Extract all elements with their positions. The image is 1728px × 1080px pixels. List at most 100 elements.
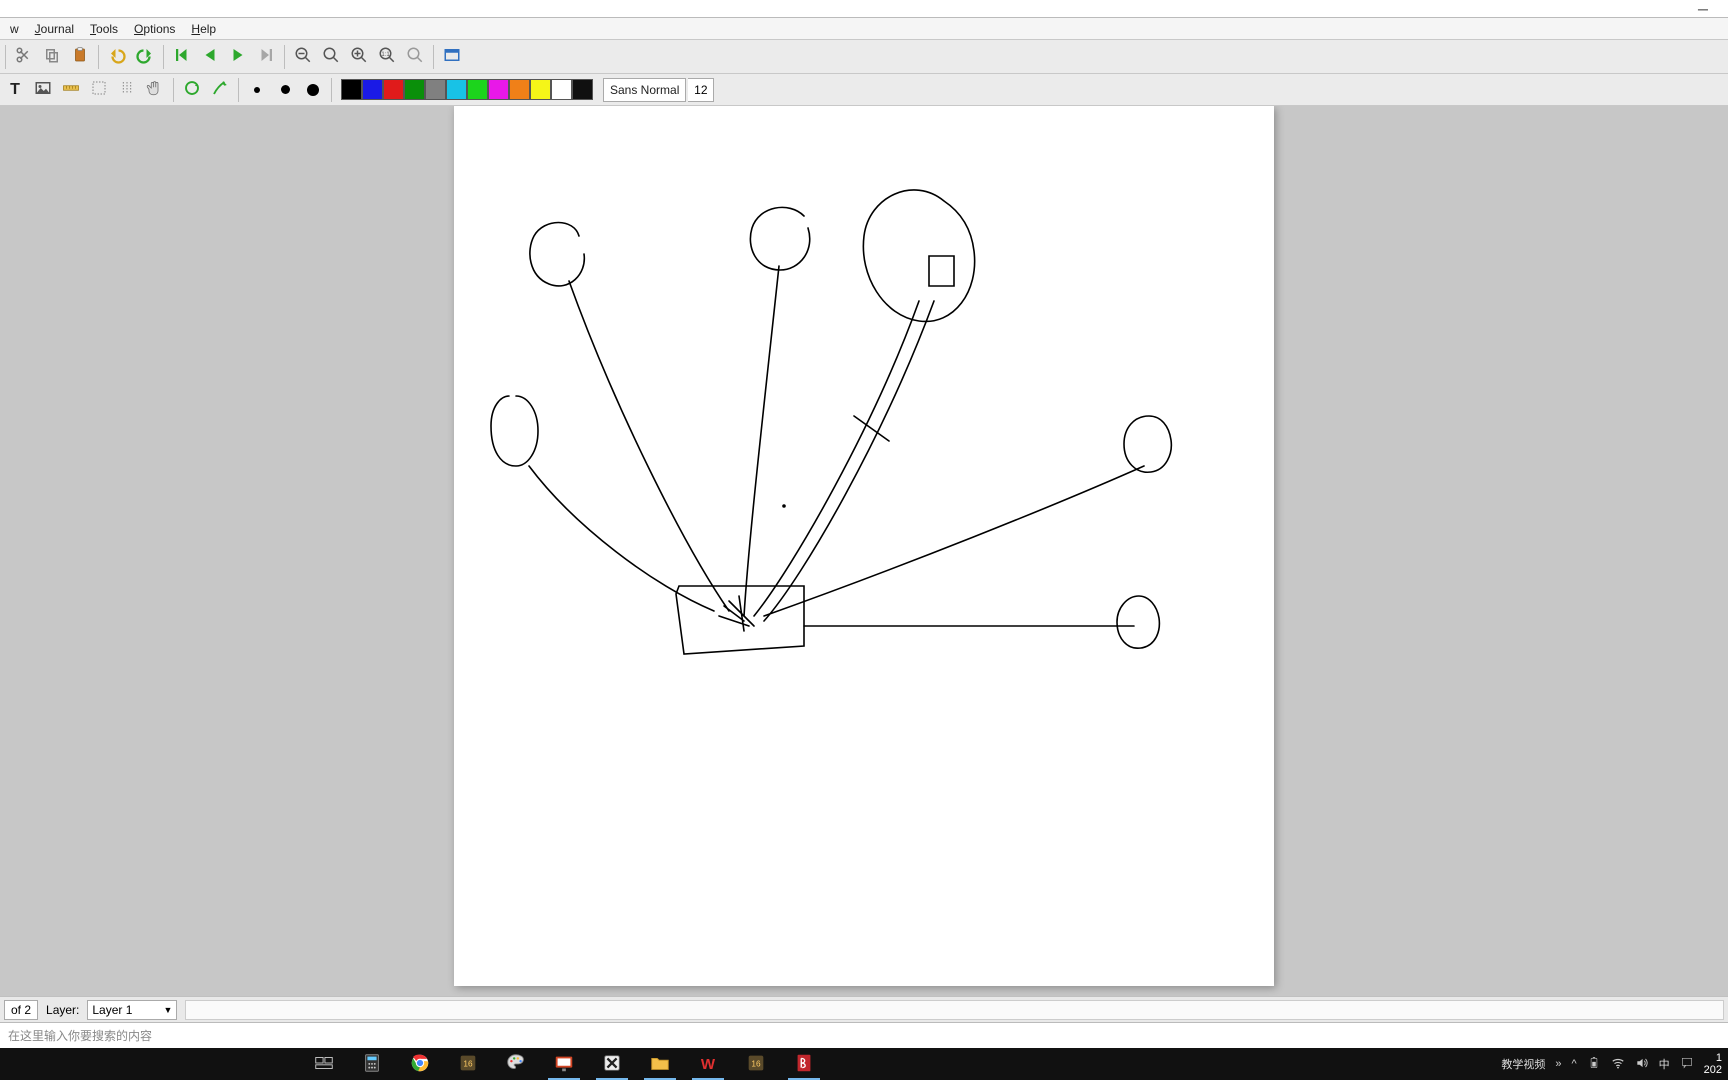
generic-app-icon: 16 [457,1052,479,1077]
xournal-icon [601,1052,623,1077]
color-darkgreen[interactable] [404,79,425,100]
color-magenta[interactable] [488,79,509,100]
status-spacer [185,1000,1724,1020]
calculator-app[interactable] [348,1048,396,1080]
ime-indicator[interactable]: 中 [1659,1056,1670,1072]
app-1[interactable]: 16 [444,1048,492,1080]
menu-help[interactable]: Help [183,20,224,38]
volume-icon[interactable] [1635,1056,1649,1073]
stroke-thick[interactable] [300,77,326,103]
battery-icon[interactable] [1587,1056,1601,1073]
wps-icon: W [701,1056,715,1073]
select-vert-tool[interactable] [114,77,140,103]
file-explorer-app[interactable] [636,1048,684,1080]
paste-button[interactable] [67,44,93,70]
separator [163,45,164,69]
redo-button[interactable] [132,44,158,70]
stroke-thin[interactable] [244,77,270,103]
pen-tool[interactable] [207,77,233,103]
menu-journal-label: ournal [41,22,74,36]
menu-view[interactable]: w [2,20,27,38]
select-rect-tool[interactable] [86,77,112,103]
zoom-in-button[interactable] [346,44,372,70]
image-tool[interactable] [30,77,56,103]
next-page-button[interactable] [225,44,251,70]
system-tray: 教学视频 » ^ 中 1 202 [1501,1052,1728,1076]
dot-small-icon [254,87,260,93]
separator [284,45,285,69]
tray-chevrons-icon[interactable]: » [1555,1058,1561,1070]
powerpoint-app[interactable] [540,1048,588,1080]
chrome-app[interactable] [396,1048,444,1080]
ruler-icon [62,79,80,100]
menu-journal[interactable]: Journal [27,20,82,38]
color-palette [341,79,593,100]
color-black2[interactable] [572,79,593,100]
wps-app[interactable]: W [684,1048,732,1080]
layer-selector[interactable]: Layer 1 ▼ [87,1000,177,1020]
copy-button[interactable] [39,44,65,70]
cut-button[interactable] [11,44,37,70]
chevron-down-icon: ▼ [163,1005,172,1015]
paint-app[interactable] [492,1048,540,1080]
svg-text:16: 16 [463,1059,473,1068]
hand-tool[interactable] [142,77,168,103]
color-yellow[interactable] [530,79,551,100]
menu-options[interactable]: Options [126,20,183,38]
font-size-selector[interactable]: 12 [688,78,714,102]
color-red[interactable] [383,79,404,100]
wifi-icon[interactable] [1611,1056,1625,1073]
tray-up-icon[interactable]: ^ [1571,1058,1576,1070]
task-view-button[interactable] [300,1048,348,1080]
color-cyan[interactable] [446,79,467,100]
titlebar: ─ [0,0,1728,18]
page[interactable] [454,106,1274,986]
zoom-width-button[interactable] [402,44,428,70]
action-center-icon[interactable] [1680,1056,1694,1073]
prev-page-button[interactable] [197,44,223,70]
color-green[interactable] [467,79,488,100]
clipboard-icon [71,46,89,67]
fullscreen-button[interactable] [439,44,465,70]
clock[interactable]: 1 202 [1704,1052,1722,1076]
app-2[interactable]: 16 [732,1048,780,1080]
stroke-medium[interactable] [272,77,298,103]
palette-icon [505,1052,527,1077]
color-white[interactable] [551,79,572,100]
undo-button[interactable] [104,44,130,70]
text-tool[interactable]: T [2,77,28,103]
color-black[interactable] [341,79,362,100]
zoom-in-icon [350,46,368,67]
toolbar-main: 1:1 [0,40,1728,74]
shape-recognizer-tool[interactable] [179,77,205,103]
first-page-button[interactable] [169,44,195,70]
font-selector[interactable]: Sans Normal [603,78,686,102]
zoom-fit-button[interactable]: 1:1 [374,44,400,70]
xournal-app[interactable] [588,1048,636,1080]
copy-icon [43,46,61,67]
clock-date: 202 [1704,1064,1722,1076]
page-indicator[interactable]: of 2 [4,1000,38,1020]
arrow-left-icon [201,46,219,67]
tray-label[interactable]: 教学视频 [1501,1056,1545,1072]
arrow-right-icon [229,46,247,67]
separator [173,78,174,102]
zoom-reset-button[interactable] [318,44,344,70]
drawing-svg [454,106,1274,986]
pdf-app[interactable] [780,1048,828,1080]
menu-tools[interactable]: Tools [82,20,126,38]
color-blue[interactable] [362,79,383,100]
zoom-out-button[interactable] [290,44,316,70]
last-page-button[interactable] [253,44,279,70]
color-orange[interactable] [509,79,530,100]
page-indicator-label: of 2 [11,1003,31,1017]
canvas-area[interactable] [0,106,1728,996]
color-gray[interactable] [425,79,446,100]
select-rect-icon [90,79,108,100]
pen-icon [211,79,229,100]
ruler-tool[interactable] [58,77,84,103]
text-icon: T [10,81,20,99]
search-input[interactable]: 在这里输入你要搜索的内容 [6,1027,152,1044]
minimize-button[interactable]: ─ [1688,1,1718,17]
select-vert-icon [118,79,136,100]
